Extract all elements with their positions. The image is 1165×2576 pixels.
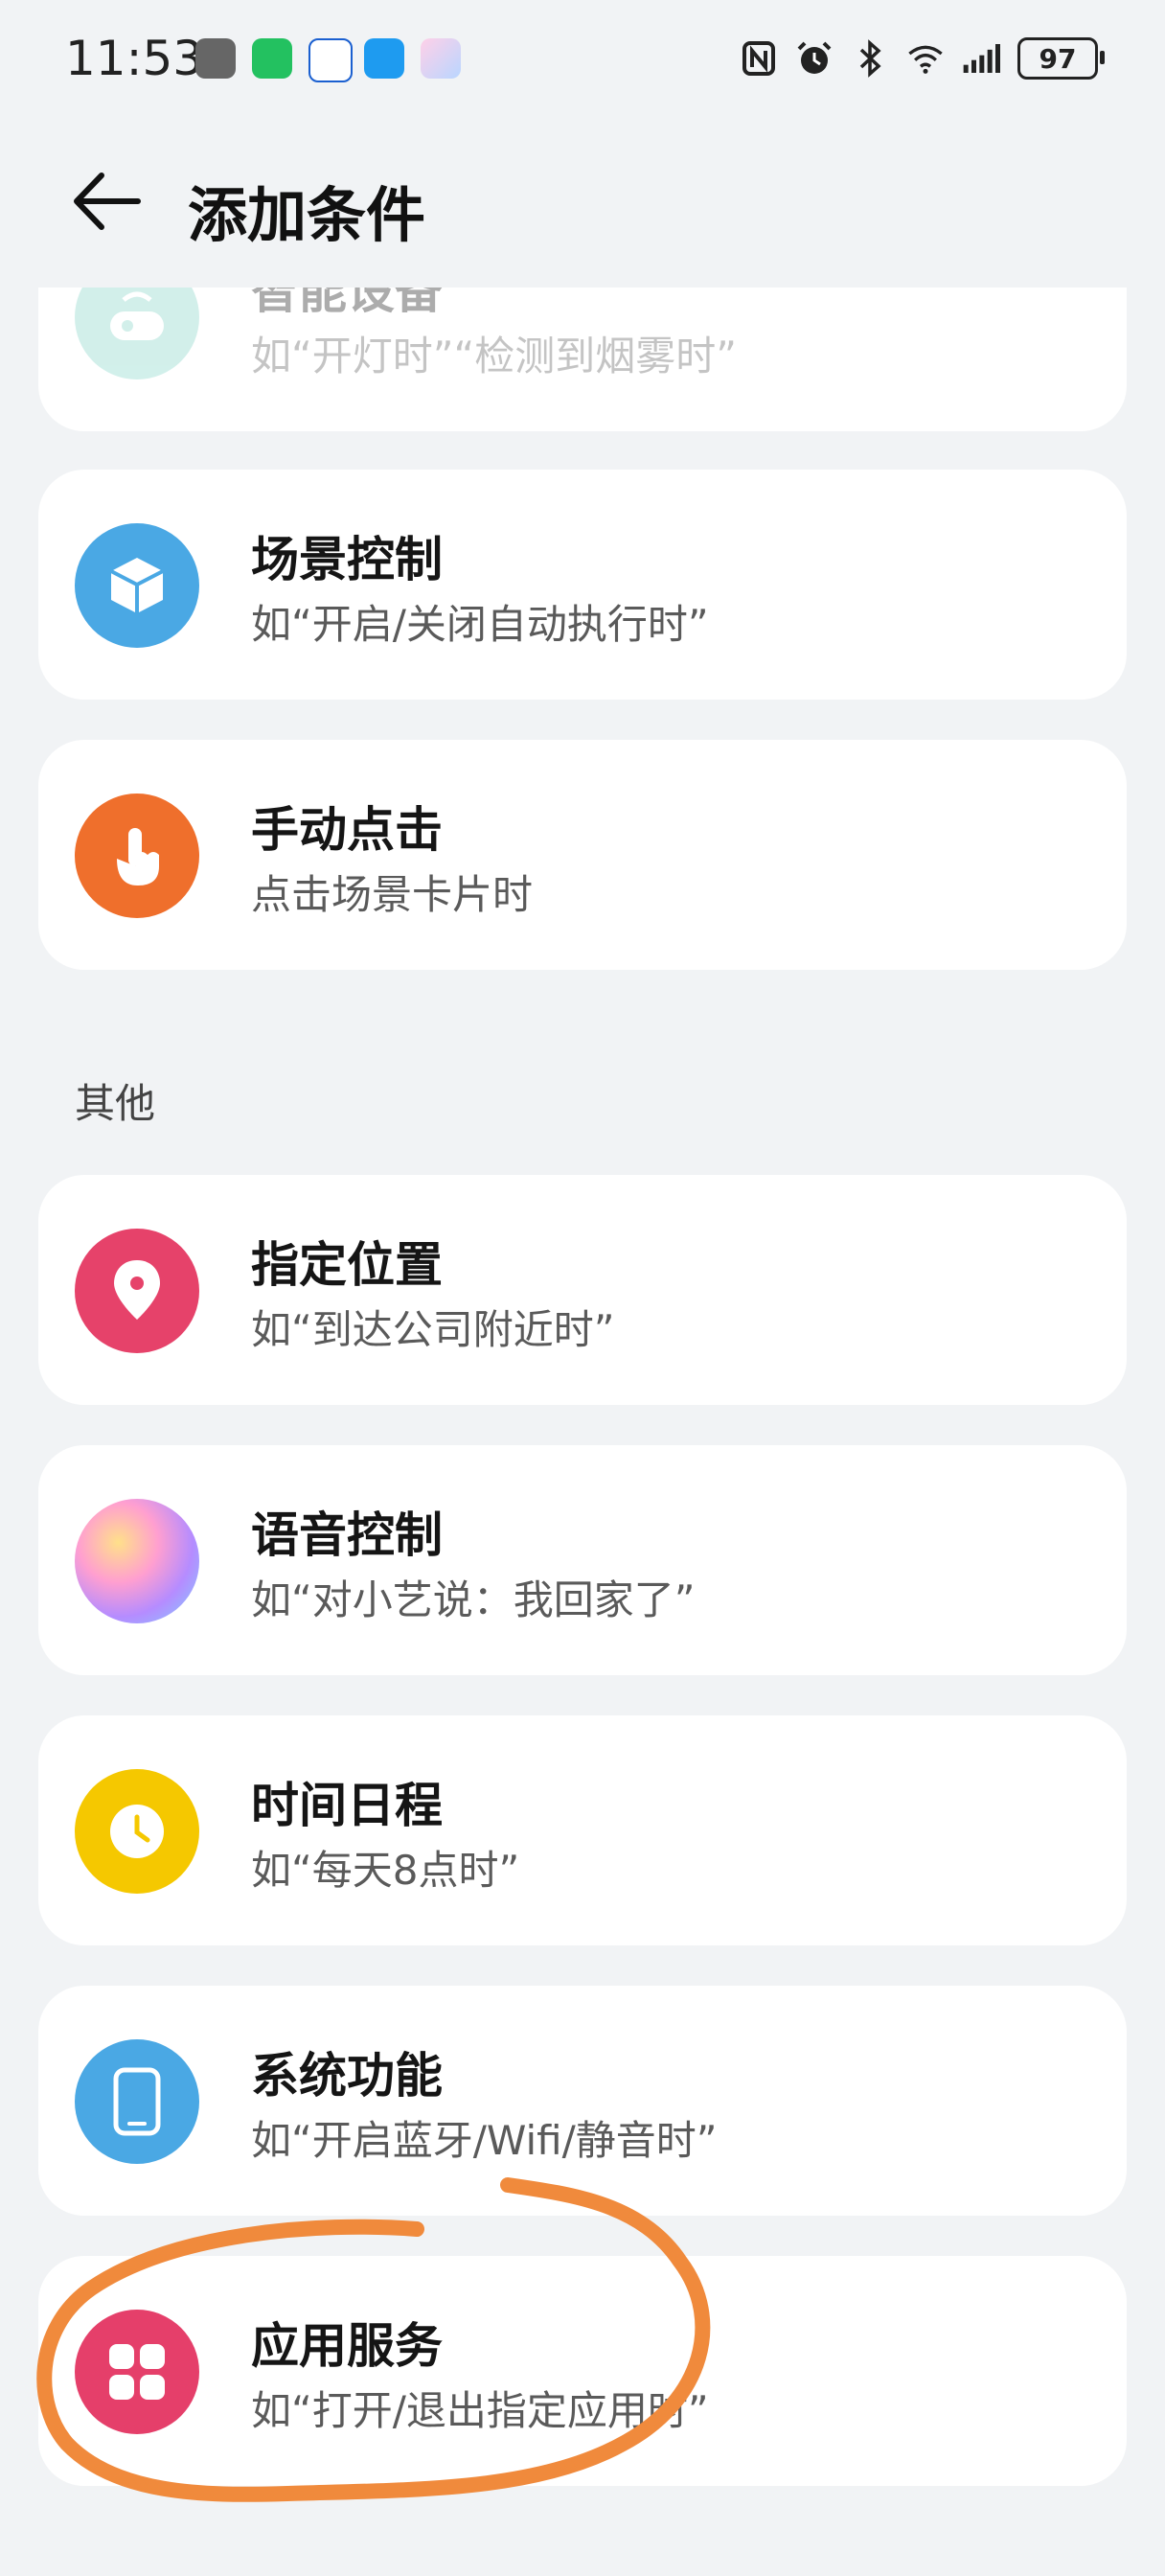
reader-app-icon bbox=[195, 38, 236, 79]
item-title: 指定位置 bbox=[251, 1237, 443, 1293]
list-item-time-schedule[interactable]: 时间日程 如“每天8点时” bbox=[38, 1715, 1127, 1945]
battery-indicator: 97 bbox=[1017, 37, 1105, 80]
phone-icon bbox=[75, 2039, 199, 2164]
location-pin-icon bbox=[75, 1229, 199, 1353]
signal-icon bbox=[962, 39, 1000, 78]
item-title: 智能设备 bbox=[251, 288, 443, 319]
cube-icon bbox=[75, 523, 199, 648]
item-subtitle: 如“开启蓝牙/Wifi/静音时” bbox=[251, 2117, 718, 2164]
bank-app-icon bbox=[308, 38, 353, 82]
page-header: 添加条件 bbox=[0, 144, 1165, 259]
apps-grid-icon bbox=[75, 2310, 199, 2434]
celia-orb-icon bbox=[75, 1499, 199, 1623]
list-item-system-function[interactable]: 系统功能 如“开启蓝牙/Wifi/静音时” bbox=[38, 1986, 1127, 2216]
item-title: 系统功能 bbox=[251, 2048, 443, 2104]
nfc-icon bbox=[740, 39, 778, 78]
item-subtitle: 如“打开/退出指定应用时” bbox=[251, 2387, 709, 2434]
search-app-icon bbox=[364, 38, 404, 79]
status-time: 11:53 bbox=[65, 31, 204, 86]
item-title: 场景控制 bbox=[251, 532, 443, 587]
item-title: 手动点击 bbox=[251, 802, 443, 858]
condition-list[interactable]: 智能设备 如“开灯时”“检测到烟雾时” 场景控制 如“开启/关闭自动执行时” 手… bbox=[0, 288, 1165, 2576]
list-item-manual-click[interactable]: 手动点击 点击场景卡片时 bbox=[38, 740, 1127, 970]
bluetooth-icon bbox=[851, 39, 889, 78]
alarm-icon bbox=[795, 39, 834, 78]
wifi-icon bbox=[906, 39, 945, 78]
system-status-icons: 97 bbox=[740, 33, 1105, 84]
list-item-scene-control[interactable]: 场景控制 如“开启/关闭自动执行时” bbox=[38, 470, 1127, 700]
item-title: 应用服务 bbox=[251, 2318, 443, 2374]
item-title: 语音控制 bbox=[251, 1507, 443, 1563]
item-subtitle: 如“开启/关闭自动执行时” bbox=[251, 601, 709, 648]
list-item-location[interactable]: 指定位置 如“到达公司附近时” bbox=[38, 1175, 1127, 1405]
celia-icon bbox=[421, 38, 461, 79]
item-subtitle: 点击场景卡片时 bbox=[251, 871, 534, 918]
section-label-other: 其他 bbox=[75, 1080, 156, 1127]
list-item-voice-control[interactable]: 语音控制 如“对小艺说：我回家了” bbox=[38, 1445, 1127, 1675]
item-subtitle: 如“到达公司附近时” bbox=[251, 1306, 615, 1353]
tap-hand-icon bbox=[75, 794, 199, 918]
item-title: 时间日程 bbox=[251, 1778, 443, 1833]
smart-device-icon bbox=[75, 288, 199, 380]
clock-icon bbox=[75, 1769, 199, 1894]
page-title: 添加条件 bbox=[188, 180, 426, 250]
item-subtitle: 如“开灯时”“检测到烟雾时” bbox=[251, 333, 738, 380]
item-subtitle: 如“每天8点时” bbox=[251, 1847, 520, 1894]
item-subtitle: 如“对小艺说：我回家了” bbox=[251, 1576, 696, 1623]
back-arrow-icon[interactable] bbox=[67, 168, 153, 235]
list-item-smart-device[interactable]: 智能设备 如“开灯时”“检测到烟雾时” bbox=[38, 288, 1127, 431]
list-item-app-service[interactable]: 应用服务 如“打开/退出指定应用时” bbox=[38, 2256, 1127, 2486]
status-bar: 11:53 97 bbox=[0, 0, 1165, 115]
wechat-icon bbox=[252, 38, 292, 79]
